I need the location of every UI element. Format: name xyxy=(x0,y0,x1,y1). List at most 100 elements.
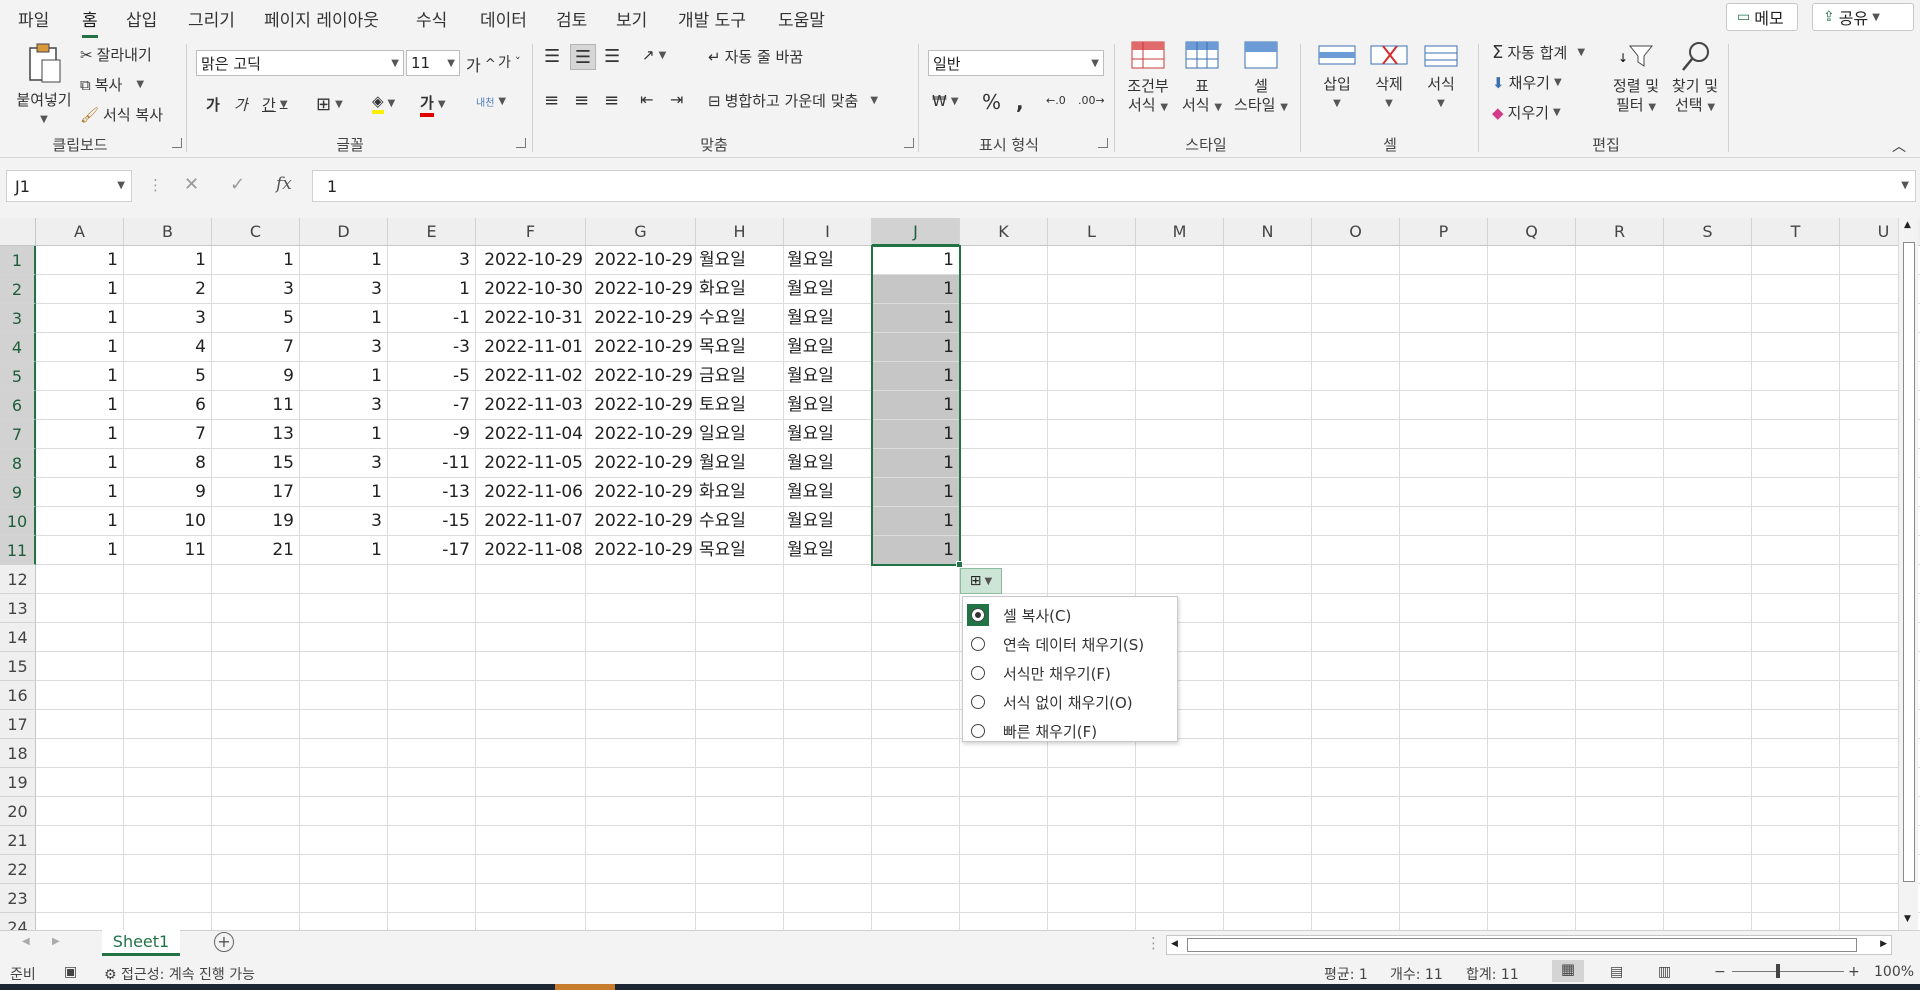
row-header-24[interactable]: 24 xyxy=(0,913,36,930)
font-size-select[interactable]: 11 ▼ xyxy=(406,50,460,76)
zoom-level[interactable]: 100% xyxy=(1874,964,1914,980)
phonetic-button[interactable]: 내천 ▼ xyxy=(476,94,506,109)
prev-sheet-icon[interactable]: ◀ xyxy=(22,936,30,947)
cell-f1[interactable]: 2022-10-29 xyxy=(476,246,586,275)
cell-b1[interactable]: 1 xyxy=(124,246,212,275)
cell-i1[interactable]: 월요일 xyxy=(784,246,872,275)
wrap-text-button[interactable]: ↵ 자동 줄 바꿈 xyxy=(708,46,803,67)
cell-h3[interactable]: 수요일 xyxy=(696,304,784,333)
cell-a1[interactable]: 1 xyxy=(36,246,124,275)
format-cells-button[interactable]: 서식 ▼ xyxy=(1416,40,1466,113)
sort-filter-button[interactable]: ↓ 정렬 및 필터 ▼ xyxy=(1606,40,1666,117)
cell-g11[interactable]: 2022-10-29 xyxy=(586,536,696,565)
cell-e4[interactable]: -3 xyxy=(388,333,476,362)
cell-e9[interactable]: -13 xyxy=(388,478,476,507)
cell-c6[interactable]: 11 xyxy=(212,391,300,420)
menu-formulas[interactable]: 수식 xyxy=(416,6,447,31)
menu-page-layout[interactable]: 페이지 레이아웃 xyxy=(264,6,379,31)
cell-c8[interactable]: 15 xyxy=(212,449,300,478)
cell-f11[interactable]: 2022-11-08 xyxy=(476,536,586,565)
cell-f4[interactable]: 2022-11-01 xyxy=(476,333,586,362)
cell-b5[interactable]: 5 xyxy=(124,362,212,391)
name-box[interactable]: J1 ▼ xyxy=(6,170,132,202)
alignment-dialog-launcher[interactable] xyxy=(904,138,914,148)
font-color-button[interactable]: 가 ▼ xyxy=(420,92,446,117)
row-header-9[interactable]: 9 xyxy=(0,478,36,507)
cell-i2[interactable]: 월요일 xyxy=(784,275,872,304)
cell-i4[interactable]: 월요일 xyxy=(784,333,872,362)
scroll-down-icon[interactable]: ▼ xyxy=(1904,914,1911,924)
enter-icon[interactable]: ✓ xyxy=(230,174,245,195)
column-header-f[interactable]: F xyxy=(476,218,586,246)
insert-cells-button[interactable]: 삽입 ▼ xyxy=(1312,40,1362,113)
autofill-options-button[interactable]: ⊞ ▼ xyxy=(960,568,1002,594)
splitter-icon[interactable]: ⋮ xyxy=(1146,934,1161,952)
row-header-20[interactable]: 20 xyxy=(0,797,36,826)
vertical-scrollbar[interactable]: ▲ ▼ xyxy=(1898,218,1918,930)
cell-c3[interactable]: 5 xyxy=(212,304,300,333)
cell-g9[interactable]: 2022-10-29 xyxy=(586,478,696,507)
cell-f9[interactable]: 2022-11-06 xyxy=(476,478,586,507)
cell-i5[interactable]: 월요일 xyxy=(784,362,872,391)
column-header-b[interactable]: B xyxy=(124,218,212,246)
font-name-select[interactable]: 맑은 고딕 ▼ xyxy=(196,50,404,76)
scroll-left-icon[interactable]: ◀ xyxy=(1171,939,1178,949)
menu-developer[interactable]: 개발 도구 xyxy=(678,6,746,31)
column-header-s[interactable]: S xyxy=(1664,218,1752,246)
align-center-button[interactable]: ≡ xyxy=(574,90,589,111)
cell-h8[interactable]: 월요일 xyxy=(696,449,784,478)
cell-f8[interactable]: 2022-11-05 xyxy=(476,449,586,478)
cell-i3[interactable]: 월요일 xyxy=(784,304,872,333)
cell-a4[interactable]: 1 xyxy=(36,333,124,362)
cell-h9[interactable]: 화요일 xyxy=(696,478,784,507)
zoom-slider-thumb[interactable] xyxy=(1776,964,1780,978)
cancel-icon[interactable]: ✕ xyxy=(184,174,199,195)
row-header-6[interactable]: 6 xyxy=(0,391,36,420)
clipboard-dialog-launcher[interactable] xyxy=(172,138,182,148)
orientation-button[interactable]: ↗ ▼ xyxy=(642,46,666,64)
fill-handle[interactable] xyxy=(956,561,963,568)
cell-b2[interactable]: 2 xyxy=(124,275,212,304)
column-header-o[interactable]: O xyxy=(1312,218,1400,246)
radio-button[interactable] xyxy=(967,662,989,684)
row-header-8[interactable]: 8 xyxy=(0,449,36,478)
number-dialog-launcher[interactable] xyxy=(1098,138,1108,148)
page-layout-view-icon[interactable]: ▤ xyxy=(1610,964,1623,980)
cell-f2[interactable]: 2022-10-30 xyxy=(476,275,586,304)
cell-g2[interactable]: 2022-10-29 xyxy=(586,275,696,304)
scroll-up-icon[interactable]: ▲ xyxy=(1904,220,1911,230)
column-header-q[interactable]: Q xyxy=(1488,218,1576,246)
cell-b8[interactable]: 8 xyxy=(124,449,212,478)
scroll-right-icon[interactable]: ▶ xyxy=(1880,939,1887,949)
cell-d9[interactable]: 1 xyxy=(300,478,388,507)
cell-g7[interactable]: 2022-10-29 xyxy=(586,420,696,449)
column-header-a[interactable]: A xyxy=(36,218,124,246)
autofill-option-4[interactable]: 서식 없이 채우기(O) xyxy=(963,688,1177,716)
cell-e5[interactable]: -5 xyxy=(388,362,476,391)
cell-d11[interactable]: 1 xyxy=(300,536,388,565)
cell-c5[interactable]: 9 xyxy=(212,362,300,391)
column-header-n[interactable]: N xyxy=(1224,218,1312,246)
row-header-15[interactable]: 15 xyxy=(0,652,36,681)
cell-e8[interactable]: -11 xyxy=(388,449,476,478)
merge-center-button[interactable]: ⊟ 병합하고 가운데 맞춤 ▼ xyxy=(708,90,878,111)
cell-b7[interactable]: 7 xyxy=(124,420,212,449)
column-header-h[interactable]: H xyxy=(696,218,784,246)
column-header-e[interactable]: E xyxy=(388,218,476,246)
normal-view-icon[interactable]: ▦ xyxy=(1552,960,1584,982)
share-button[interactable]: ⇪ 공유 ▼ xyxy=(1812,3,1914,31)
column-header-g[interactable]: G xyxy=(586,218,696,246)
column-header-t[interactable]: T xyxy=(1752,218,1840,246)
row-header-4[interactable]: 4 xyxy=(0,333,36,362)
vertical-scroll-thumb[interactable] xyxy=(1903,242,1915,882)
cell-d7[interactable]: 1 xyxy=(300,420,388,449)
fill-button[interactable]: ⬇ 채우기 ▼ xyxy=(1492,72,1562,93)
increase-indent-button[interactable]: ⇥ xyxy=(670,90,683,109)
cell-a6[interactable]: 1 xyxy=(36,391,124,420)
row-header-22[interactable]: 22 xyxy=(0,855,36,884)
cell-h2[interactable]: 화요일 xyxy=(696,275,784,304)
cell-i8[interactable]: 월요일 xyxy=(784,449,872,478)
cell-i7[interactable]: 월요일 xyxy=(784,420,872,449)
expand-formula-icon[interactable]: ▼ xyxy=(1901,180,1909,191)
cell-f7[interactable]: 2022-11-04 xyxy=(476,420,586,449)
